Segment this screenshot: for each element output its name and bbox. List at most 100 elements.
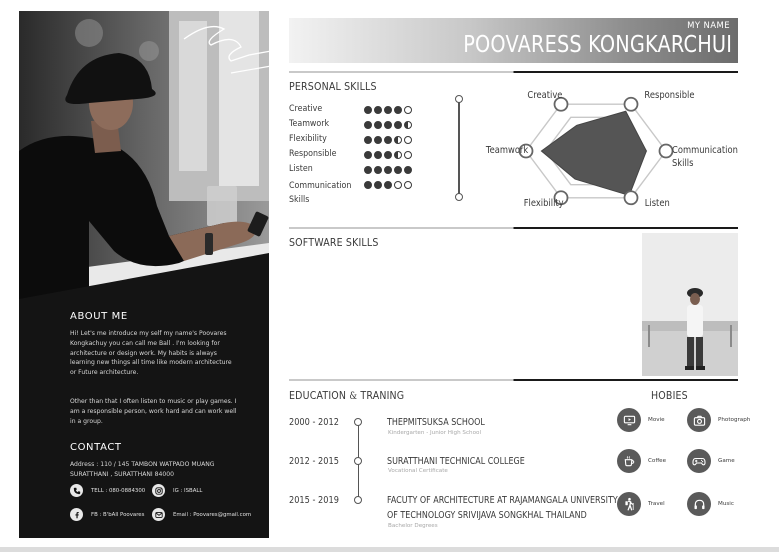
name-header: MY NAME POOVARESS KONGKARCHUI [289, 18, 738, 63]
full-name: POOVARESS KONGKARCHUI [463, 32, 732, 58]
facebook-icon [70, 508, 83, 521]
rating-dot [364, 181, 372, 189]
contact-ig-text: IG : ISBALL [173, 487, 203, 494]
rating-dot [394, 181, 402, 189]
contact-email[interactable]: Email : Poovares@gmail.com [152, 508, 251, 521]
hobby-travel: Travel [617, 492, 665, 516]
phone-icon [70, 484, 83, 497]
radar-label-teamwork: Teamwork [485, 145, 529, 156]
radar-label-communication: Communication Skills [672, 145, 738, 169]
contact-facebook[interactable]: FB : B'bAll Poovares [70, 508, 144, 521]
hobby-coffee: Coffee [617, 449, 666, 473]
hobby-music: Music [687, 492, 734, 516]
my-name-label: MY NAME [687, 21, 730, 31]
radar-node-responsible [623, 96, 639, 112]
rating-dot [394, 121, 402, 129]
coffee-icon [617, 449, 641, 473]
rating-dot [404, 181, 412, 189]
edu-years-3: 2015 - 2019 [289, 495, 339, 506]
rating-dot [374, 166, 382, 174]
radar-label-listen: Listen [644, 198, 670, 209]
skill-row: Teamwork [289, 119, 439, 134]
about-paragraph-1: Hi! Let's me introduce my self my name's… [70, 330, 232, 377]
hobby-photograph: Photograph [687, 408, 750, 432]
skill-row: Responsible [289, 149, 439, 164]
contact-email-text: Email : Poovares@gmail.com [173, 511, 252, 518]
left-profile-panel: ABOUT ME Hi! Let's me introduce my self … [19, 11, 269, 538]
email-icon [152, 508, 165, 521]
radar-label-responsible: Responsible [644, 90, 695, 101]
skill-row: Flexibility [289, 134, 439, 149]
hobby-label-game: Game [718, 458, 735, 464]
skills-scale-bottom-ring [454, 193, 463, 201]
standing-portrait-photo [642, 233, 738, 376]
hobby-game: Game [687, 449, 735, 473]
personal-skills-title: PERSONAL SKILLS [289, 80, 377, 93]
rating-dot [404, 151, 412, 159]
skill-name: Creative [289, 104, 323, 114]
skill-rating [364, 136, 412, 144]
hobby-movie: Movie [617, 408, 665, 432]
rating-dot [404, 121, 412, 129]
education-title-amp: & [349, 391, 358, 402]
divider-personal [289, 71, 738, 73]
rating-dot [404, 106, 412, 114]
rating-dot [394, 151, 402, 159]
rating-dot [394, 106, 402, 114]
instagram-icon [152, 484, 165, 497]
rating-dot [384, 181, 392, 189]
contact-instagram[interactable]: IG : ISBALL [152, 484, 202, 497]
rating-dot [384, 121, 392, 129]
hiker-icon [617, 492, 641, 516]
contact-phone[interactable]: TELL : 080-0884300 [70, 484, 145, 497]
rating-dot [374, 151, 382, 159]
contact-title: CONTACT [70, 442, 122, 453]
software-skills-title: SOFTWARE SKILLS [289, 236, 379, 249]
edu-school-2: SURATTHANI TECHNICAL COLLEGE [387, 456, 525, 467]
skill-name: Flexibility [289, 134, 327, 144]
skill-row: Creative [289, 104, 439, 119]
edu-school-3-line1: FACUTY OF ARCHITECTURE AT RAJAMANGALA UN… [387, 495, 618, 506]
divider-software [289, 227, 738, 229]
radar-node-listen [623, 190, 639, 206]
radar-node-communication [658, 143, 674, 159]
skill-row: Listen [289, 164, 439, 179]
rating-dot [364, 166, 372, 174]
skill-row: Communication Skills [289, 179, 439, 205]
rating-dot [384, 136, 392, 144]
rating-dot [374, 136, 382, 144]
rating-dot [374, 121, 382, 129]
edu-school-1: THEPMITSUKSA SCHOOL [387, 417, 485, 428]
edu-note-1: Kindergarten - Junior High School [388, 430, 481, 436]
education-title-training: TRANING [360, 389, 405, 402]
skill-name: Responsible [289, 149, 337, 159]
rating-dot [404, 136, 412, 144]
rating-dot [384, 106, 392, 114]
hobby-label-music: Music [718, 501, 734, 507]
skills-scale-line [458, 100, 460, 196]
radar-label-flexibility: Flexibility [523, 198, 564, 209]
about-paragraph-2: Other than that I often listen to music … [70, 398, 237, 425]
rating-dot [364, 106, 372, 114]
radar-label-creative: Creative [527, 90, 563, 101]
education-title: EDUCATION & TRANING [289, 389, 404, 402]
edu-years-1: 2000 - 2012 [289, 417, 339, 428]
edu-school-3-line2: OF TECHNOLOGY SRIVIJAVA SONGKHAL THAILAN… [387, 510, 587, 521]
monitor-icon [617, 408, 641, 432]
radar-value-area [540, 110, 647, 197]
hobby-label-coffee: Coffee [648, 458, 667, 464]
skill-rating [364, 181, 412, 189]
rating-dot [394, 166, 402, 174]
skills-scale-top-ring [454, 95, 463, 103]
skill-rating [364, 121, 412, 129]
skill-name: Teamwork [289, 119, 330, 129]
skill-name: Listen [289, 164, 313, 174]
rating-dot [394, 136, 402, 144]
hobbies-title: HOBIES [651, 389, 688, 402]
rating-dot [384, 166, 392, 174]
skill-rating [364, 166, 412, 174]
rating-dot [364, 136, 372, 144]
hobby-label-movie: Movie [648, 417, 665, 423]
rating-dot [364, 121, 372, 129]
edu-years-2: 2012 - 2015 [289, 456, 339, 467]
